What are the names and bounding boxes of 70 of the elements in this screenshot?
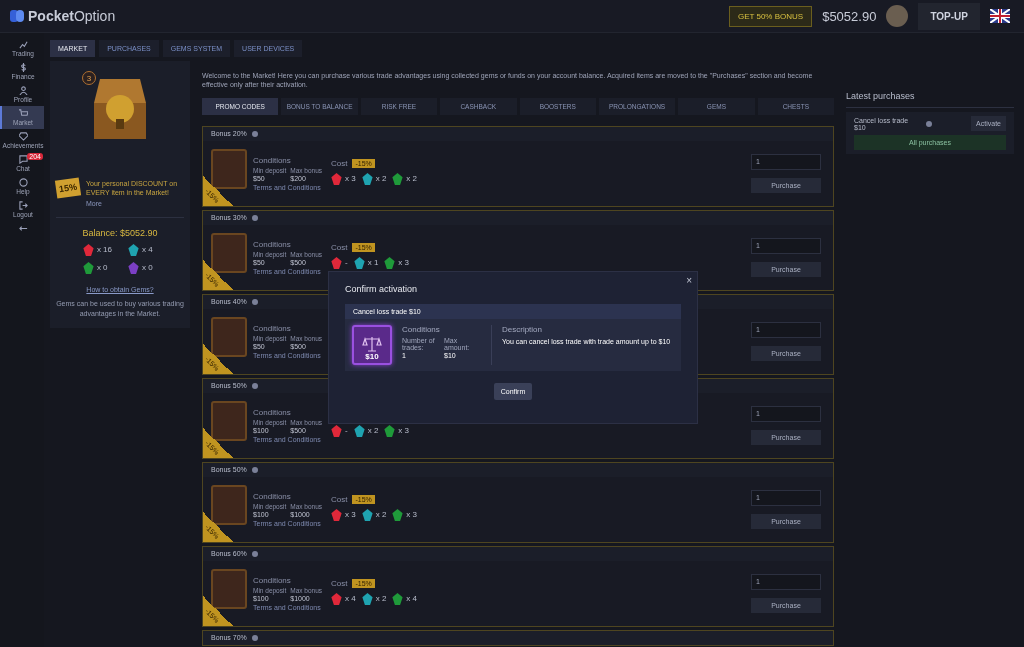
conditions-title: Conditions — [253, 407, 292, 417]
gem-cost: x 3 — [398, 258, 409, 268]
gem-cost: x 2 — [375, 510, 387, 520]
flag-icon[interactable] — [990, 9, 1010, 23]
cost-label: Cost — [331, 159, 348, 169]
conditions-title: Conditions — [253, 575, 292, 585]
gem-cost: x 1 — [367, 258, 379, 268]
gem-cost: x 3 — [345, 510, 356, 520]
logo-text: PocketOption — [28, 8, 116, 24]
close-button[interactable]: × — [686, 275, 692, 286]
dollar-icon — [18, 63, 28, 72]
gem-cost: x 2 — [375, 594, 387, 604]
gem-cost: - — [345, 258, 348, 268]
gem-count: x 16 — [96, 245, 112, 255]
info-icon[interactable] — [251, 550, 258, 557]
gem-cost: x 3 — [345, 174, 356, 184]
gem-count: x 0 — [96, 263, 108, 273]
info-icon[interactable] — [251, 298, 258, 305]
level-badge: 3 — [82, 71, 96, 85]
user-icon — [18, 86, 28, 95]
avatar[interactable] — [886, 5, 909, 27]
promo-image — [211, 484, 247, 525]
logo[interactable]: PocketOption — [10, 8, 116, 24]
conditions-title: Conditions — [253, 323, 292, 333]
arrow-left-icon — [18, 224, 28, 233]
top-up-button[interactable]: TOP-UP — [918, 2, 980, 30]
diamond-icon — [18, 132, 28, 141]
promo-image — [211, 400, 247, 441]
conditions-title: Conditions — [253, 155, 292, 165]
gem-cost: x 3 — [406, 510, 417, 520]
logo-icon — [10, 10, 24, 22]
help-icon — [18, 178, 28, 187]
gem-cost: x 3 — [398, 426, 409, 436]
cost-label: Cost — [331, 495, 348, 505]
gem-cost: x 4 — [345, 594, 356, 604]
gem-count: x 4 — [142, 245, 153, 255]
info-icon[interactable] — [251, 466, 258, 473]
conditions-title: Conditions — [402, 325, 441, 334]
logout-icon — [18, 201, 28, 210]
gem-count: x 0 — [142, 263, 153, 273]
bonus-button[interactable]: GET 50% BONUS — [728, 5, 813, 27]
cost-label: Cost — [331, 579, 348, 589]
info-icon[interactable] — [251, 634, 258, 641]
cart-icon — [18, 109, 28, 118]
scales-icon — [362, 336, 382, 352]
dialog-title: Confirm activation — [345, 284, 419, 294]
account-balance: $5052.90 — [822, 8, 877, 24]
info-icon[interactable] — [251, 214, 258, 221]
item-price: $10 — [365, 352, 379, 361]
promo-image — [211, 316, 247, 357]
discount-badge: 15% — [54, 177, 82, 199]
gem-cost: x 4 — [406, 594, 417, 604]
cost-label: Cost — [331, 243, 348, 253]
info-icon[interactable] — [251, 382, 258, 389]
balance-text: Balance: $5052.90 — [82, 227, 158, 238]
promo-image — [211, 232, 247, 273]
chat-icon — [18, 155, 28, 164]
info-icon[interactable] — [251, 130, 258, 137]
description-title: Description — [502, 325, 543, 334]
promo-image — [211, 148, 247, 189]
gem-cost: x 2 — [375, 174, 387, 184]
chart-icon — [18, 40, 28, 49]
section-title: Latest purchases — [846, 91, 1014, 108]
conditions-title: Conditions — [253, 239, 292, 249]
promo-image — [211, 568, 247, 609]
gem-cost: x 2 — [367, 426, 379, 436]
info-icon[interactable] — [926, 120, 932, 127]
gem-cost: - — [345, 426, 348, 436]
conditions-title: Conditions — [253, 491, 292, 501]
gem-cost: x 2 — [406, 174, 417, 184]
